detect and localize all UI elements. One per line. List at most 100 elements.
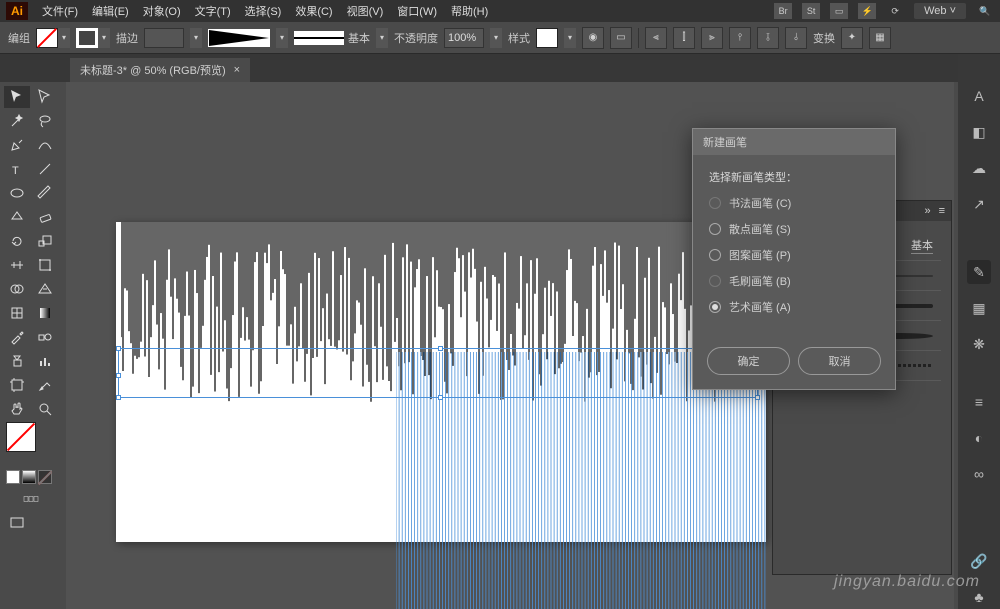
stroke-weight-input[interactable] [144,28,184,48]
arrowhead-preview[interactable] [209,30,269,46]
brush-preview[interactable] [294,31,344,45]
opacity-dd[interactable]: ▾ [490,28,502,48]
line-tool[interactable] [32,158,58,180]
color-mode-row[interactable] [4,470,58,486]
dialog-titlebar[interactable]: 新建画笔 [693,129,895,155]
perspective-tool[interactable] [32,278,58,300]
stroke-swatch[interactable] [76,28,98,48]
fill-stroke-indicator[interactable] [4,422,58,468]
color-panel-icon[interactable]: ◐ [967,426,991,450]
right-panel-dock: A ◧ ☁ ↗ ✎ ▦ ❋ ≡ ◐ ∞ 🔗 ♣ [958,54,1000,609]
gradient-tool[interactable] [32,302,58,324]
lasso-tool[interactable] [32,110,58,132]
hand-tool[interactable] [4,398,30,420]
width-tool[interactable] [4,254,30,276]
type-tool[interactable]: T [4,158,30,180]
align-left-button[interactable]: ⫷ [645,27,667,49]
cancel-button[interactable]: 取消 [798,347,881,375]
properties-panel-icon[interactable]: A [967,84,991,108]
stroke-dropdown[interactable]: ▾ [98,28,110,48]
scale-tool[interactable] [32,230,58,252]
selection-tool[interactable] [4,86,30,108]
document-tab[interactable]: 未标题-3* @ 50% (RGB/预览) × [70,58,250,82]
direct-selection-tool[interactable] [32,86,58,108]
draw-normal-button[interactable] [4,488,58,510]
search-icon[interactable]: 🔍 [976,3,994,19]
radio-pattern[interactable]: 图案画笔 (P) [709,247,879,263]
rotate-tool[interactable] [4,230,30,252]
workspace-selector[interactable]: Web ˅ [914,3,966,19]
edit-button[interactable]: ▦ [869,27,891,49]
screen-mode-button[interactable] [4,512,30,534]
artboard [116,222,766,542]
libraries-panel-icon[interactable]: ☁ [967,156,991,180]
blend-tool[interactable] [32,326,58,348]
transform-label[interactable]: 变换 [813,30,835,46]
fill-dropdown[interactable]: ▾ [58,28,70,48]
symbol-sprayer-tool[interactable] [4,350,30,372]
stock-icon[interactable]: St [802,3,820,19]
zoom-tool[interactable] [32,398,58,420]
magic-wand-tool[interactable] [4,110,30,132]
menu-bar: Ai 文件(F) 编辑(E) 对象(O) 文字(T) 选择(S) 效果(C) 视… [0,0,1000,22]
menu-type[interactable]: 文字(T) [195,3,231,19]
opacity-label: 不透明度 [394,30,438,46]
bridge-icon[interactable]: Br [774,3,792,19]
links-panel-icon[interactable]: 🔗 [967,549,991,573]
tab-close-button[interactable]: × [234,64,240,76]
recolor-button[interactable]: ◉ [582,27,604,49]
sync-icon[interactable]: ⟳ [886,3,904,19]
free-transform-tool[interactable] [32,254,58,276]
curvature-tool[interactable] [32,134,58,156]
brushes-panel-icon[interactable]: ✎ [967,260,991,284]
pen-tool[interactable] [4,134,30,156]
style-dd[interactable]: ▾ [564,28,576,48]
eyedropper-tool[interactable] [4,326,30,348]
align-vcenter-button[interactable]: ⫱ [757,27,779,49]
symbols-panel-icon[interactable]: ❋ [967,332,991,356]
panel-expand-icon[interactable]: » [924,205,930,217]
opacity-input[interactable]: 100% [444,28,484,48]
arrange-icon[interactable]: ▭ [830,3,848,19]
menu-edit[interactable]: 编辑(E) [92,3,129,19]
menu-window[interactable]: 窗口(W) [397,3,437,19]
slice-tool[interactable] [32,374,58,396]
paintbrush-tool[interactable] [32,182,58,204]
arrow-dd[interactable]: ▾ [276,28,288,48]
layers-panel-icon[interactable]: ◧ [967,120,991,144]
dialog-prompt-label: 选择新画笔类型： [709,169,879,185]
shaper-tool[interactable] [4,206,30,228]
menu-view[interactable]: 视图(V) [347,3,384,19]
stroke-panel-icon[interactable]: ≡ [967,390,991,414]
align-hcenter-button[interactable]: ⫿ [673,27,695,49]
selection-bounding-box[interactable] [118,348,758,398]
brush-dd[interactable]: ▾ [376,28,388,48]
menu-file[interactable]: 文件(F) [42,3,78,19]
panel-menu-icon[interactable]: ≡ [939,205,945,217]
style-swatch[interactable] [536,28,558,48]
shape-builder-tool[interactable] [4,278,30,300]
export-panel-icon[interactable]: ↗ [967,192,991,216]
align-bottom-button[interactable]: ⫰ [785,27,807,49]
gpu-icon[interactable]: ⚡ [858,3,876,19]
ellipse-tool[interactable] [4,182,30,204]
artboard-tool[interactable] [4,374,30,396]
align-right-button[interactable]: ⫸ [701,27,723,49]
cc-panel-icon[interactable]: ∞ [967,462,991,486]
menu-help[interactable]: 帮助(H) [451,3,488,19]
align-button[interactable]: ▭ [610,27,632,49]
column-graph-tool[interactable] [32,350,58,372]
swatches-panel-icon[interactable]: ▦ [967,296,991,320]
ok-button[interactable]: 确定 [707,347,790,375]
fill-swatch[interactable] [36,28,58,48]
isolate-button[interactable]: ✦ [841,27,863,49]
align-top-button[interactable]: ⫯ [729,27,751,49]
radio-art[interactable]: 艺术画笔 (A) [709,299,879,315]
menu-select[interactable]: 选择(S) [245,3,282,19]
stroke-weight-dd[interactable]: ▾ [190,28,202,48]
eraser-tool[interactable] [32,206,58,228]
radio-scatter[interactable]: 散点画笔 (S) [709,221,879,237]
mesh-tool[interactable] [4,302,30,324]
menu-object[interactable]: 对象(O) [143,3,181,19]
menu-effect[interactable]: 效果(C) [295,3,332,19]
